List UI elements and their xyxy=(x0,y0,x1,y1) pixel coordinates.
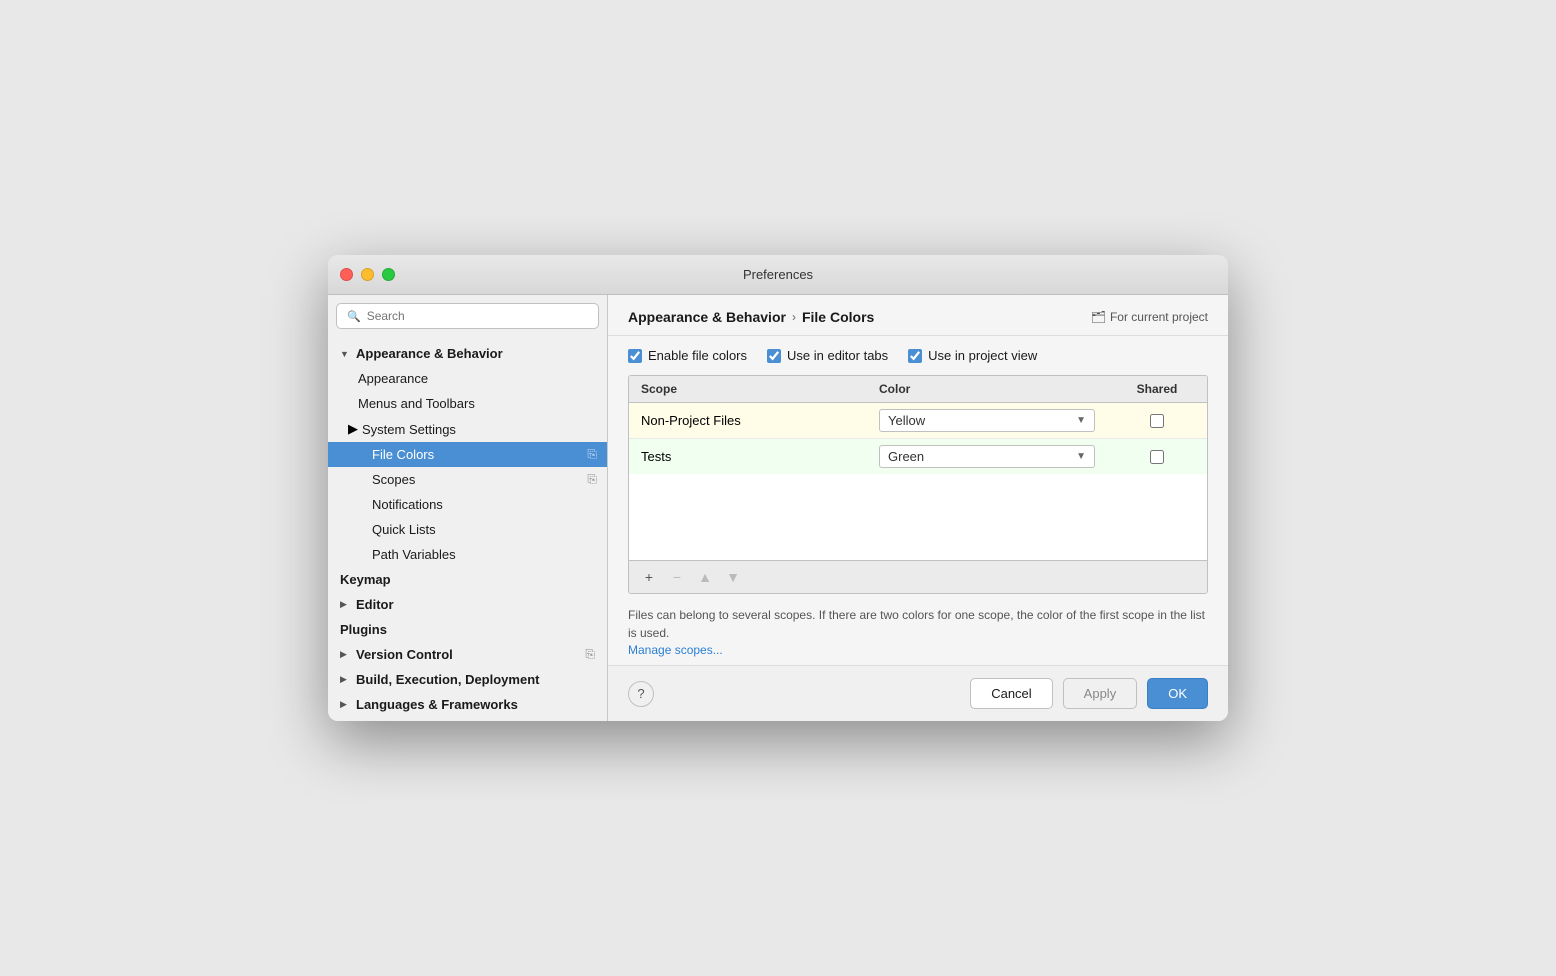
scope-cell: Tests xyxy=(629,439,867,475)
table-empty-area xyxy=(629,474,1207,560)
add-button[interactable]: + xyxy=(637,567,661,587)
search-box[interactable]: 🔍 xyxy=(336,303,599,329)
project-icon: 🗂 xyxy=(1091,310,1106,324)
scope-cell: Non-Project Files xyxy=(629,403,867,439)
col-color-header: Color xyxy=(867,376,1107,403)
sidebar-item-file-colors[interactable]: File Colors ⎘ xyxy=(328,442,607,467)
breadcrumb: Appearance & Behavior › File Colors xyxy=(628,309,874,325)
close-button[interactable] xyxy=(340,268,353,281)
sidebar-item-plugins[interactable]: Plugins xyxy=(328,617,607,642)
copy-icon: ⎘ xyxy=(587,447,597,462)
move-down-button[interactable]: ▼ xyxy=(721,567,745,587)
file-colors-table: Scope Color Shared Non-Project Files xyxy=(629,376,1207,474)
help-button[interactable]: ? xyxy=(628,681,654,707)
table-toolbar: + − ▲ ▼ xyxy=(629,560,1207,593)
sidebar-item-menus-toolbars[interactable]: Menus and Toolbars xyxy=(328,391,607,416)
sidebar-item-system-settings[interactable]: ▶ System Settings xyxy=(328,416,607,442)
breadcrumb-separator: › xyxy=(792,310,796,324)
description-text: Files can belong to several scopes. If t… xyxy=(628,606,1208,642)
sidebar-group-languages[interactable]: ▶ Languages & Frameworks xyxy=(328,692,607,717)
col-shared-header: Shared xyxy=(1107,376,1207,403)
ok-button[interactable]: OK xyxy=(1147,678,1208,709)
sidebar-item-label: Appearance xyxy=(358,371,428,386)
sidebar-item-label: Path Variables xyxy=(372,547,456,562)
bottom-bar: ? Cancel Apply OK xyxy=(608,665,1228,721)
sidebar-item-appearance[interactable]: Appearance xyxy=(328,366,607,391)
shared-cell xyxy=(1107,403,1207,439)
enable-file-colors-checkbox[interactable]: Enable file colors xyxy=(628,348,747,363)
sidebar-item-path-variables[interactable]: Path Variables xyxy=(328,542,607,567)
checkbox-label: Enable file colors xyxy=(648,348,747,363)
manage-scopes-link[interactable]: Manage scopes... xyxy=(628,643,723,657)
sidebar-group-appearance-behavior[interactable]: ▼ Appearance & Behavior xyxy=(328,341,607,366)
move-up-button[interactable]: ▲ xyxy=(693,567,717,587)
titlebar-controls xyxy=(340,268,395,281)
col-scope-header: Scope xyxy=(629,376,867,403)
remove-button[interactable]: − xyxy=(665,567,689,587)
sidebar-item-label: Scopes xyxy=(372,472,415,487)
cancel-button[interactable]: Cancel xyxy=(970,678,1052,709)
search-icon: 🔍 xyxy=(347,310,361,323)
description-area: Files can belong to several scopes. If t… xyxy=(608,594,1228,665)
color-dropdown-green[interactable]: Green ▼ xyxy=(879,445,1095,468)
checkbox-label: Use in editor tabs xyxy=(787,348,888,363)
sidebar-item-label: File Colors xyxy=(372,447,434,462)
table-row: Non-Project Files Yellow ▼ xyxy=(629,403,1207,439)
sidebar-group-label: Appearance & Behavior xyxy=(356,346,503,361)
file-colors-table-container: Scope Color Shared Non-Project Files xyxy=(628,375,1208,594)
main-content: 🔍 ▼ Appearance & Behavior Appearance Men… xyxy=(328,295,1228,721)
chevron-right-icon: ▶ xyxy=(348,421,358,437)
table-row: Tests Green ▼ xyxy=(629,439,1207,475)
shared-cell xyxy=(1107,439,1207,475)
color-cell-green: Green ▼ xyxy=(867,439,1107,475)
sidebar-item-label: Quick Lists xyxy=(372,522,436,537)
dropdown-arrow-icon: ▼ xyxy=(1076,415,1086,426)
use-in-project-view-checkbox[interactable]: Use in project view xyxy=(908,348,1037,363)
sidebar-item-quick-lists[interactable]: Quick Lists xyxy=(328,517,607,542)
search-input[interactable] xyxy=(367,309,588,323)
preferences-window: Preferences 🔍 ▼ Appearance & Behavior Ap… xyxy=(328,255,1228,721)
color-dropdown-yellow[interactable]: Yellow ▼ xyxy=(879,409,1095,432)
color-dropdown-text: Yellow xyxy=(888,413,925,428)
breadcrumb-parent: Appearance & Behavior xyxy=(628,309,786,325)
sidebar-item-label: System Settings xyxy=(362,422,456,437)
use-in-project-view-input[interactable] xyxy=(908,349,922,363)
sidebar: 🔍 ▼ Appearance & Behavior Appearance Men… xyxy=(328,295,608,721)
chevron-right-icon: ▶ xyxy=(340,649,352,660)
sidebar-group-build[interactable]: ▶ Build, Execution, Deployment xyxy=(328,667,607,692)
sidebar-group-version-control[interactable]: ▶ Version Control ⎘ xyxy=(328,642,607,667)
chevron-right-icon: ▶ xyxy=(340,599,352,610)
checkbox-label: Use in project view xyxy=(928,348,1037,363)
sidebar-item-scopes[interactable]: Scopes ⎘ xyxy=(328,467,607,492)
copy-icon: ⎘ xyxy=(585,647,595,662)
copy-icon: ⎘ xyxy=(587,472,597,487)
sidebar-item-label: Notifications xyxy=(372,497,443,512)
sidebar-item-label: Menus and Toolbars xyxy=(358,396,475,411)
color-cell-yellow: Yellow ▼ xyxy=(867,403,1107,439)
window-title: Preferences xyxy=(743,267,813,282)
sidebar-item-keymap[interactable]: Keymap xyxy=(328,567,607,592)
use-in-editor-tabs-checkbox[interactable]: Use in editor tabs xyxy=(767,348,888,363)
chevron-down-icon: ▼ xyxy=(340,349,352,359)
sidebar-group-editor[interactable]: ▶ Editor xyxy=(328,592,607,617)
sidebar-item-notifications[interactable]: Notifications xyxy=(328,492,607,517)
chevron-right-icon: ▶ xyxy=(340,674,352,685)
shared-checkbox-nonproject[interactable] xyxy=(1150,414,1164,428)
minimize-button[interactable] xyxy=(361,268,374,281)
chevron-right-icon: ▶ xyxy=(340,699,352,710)
apply-button[interactable]: Apply xyxy=(1063,678,1138,709)
sidebar-nav: ▼ Appearance & Behavior Appearance Menus… xyxy=(328,337,607,721)
for-current-project: 🗂 For current project xyxy=(1091,310,1208,324)
titlebar: Preferences xyxy=(328,255,1228,295)
maximize-button[interactable] xyxy=(382,268,395,281)
dropdown-arrow-icon: ▼ xyxy=(1076,451,1086,462)
color-dropdown-text: Green xyxy=(888,449,924,464)
content-area: Appearance & Behavior › File Colors 🗂 Fo… xyxy=(608,295,1228,721)
checkboxes-row: Enable file colors Use in editor tabs Us… xyxy=(608,336,1228,375)
enable-file-colors-input[interactable] xyxy=(628,349,642,363)
content-header: Appearance & Behavior › File Colors 🗂 Fo… xyxy=(608,295,1228,336)
shared-checkbox-tests[interactable] xyxy=(1150,450,1164,464)
breadcrumb-current: File Colors xyxy=(802,309,874,325)
use-in-editor-tabs-input[interactable] xyxy=(767,349,781,363)
